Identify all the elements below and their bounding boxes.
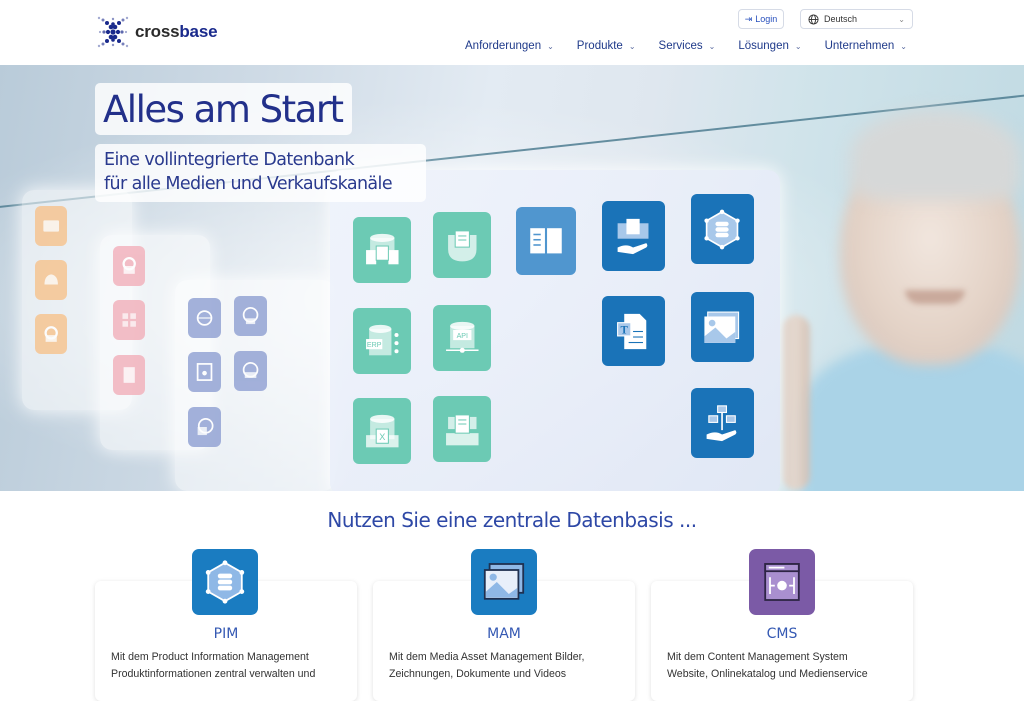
site-header: crossbase ⇥ Login Deutsch ⌄ Anforderunge… — [0, 0, 1024, 65]
nav-item-loesungen[interactable]: Lösungen ⌄ — [738, 40, 801, 52]
erp-icon: ERP — [353, 308, 411, 374]
translation-cloud-icon — [35, 260, 67, 300]
webshop-icon — [234, 351, 267, 391]
hero-banner: ERP API T X Alles am Start Eine vollinte… — [0, 65, 1024, 491]
translation-icon — [35, 206, 67, 246]
login-icon: ⇥ — [744, 13, 753, 24]
chevron-down-icon: ⌄ — [794, 41, 802, 51]
globe-icon — [808, 13, 819, 25]
hero-title: Alles am Start — [95, 83, 352, 135]
excel-import-icon: X — [353, 398, 411, 464]
web-click-icon — [188, 298, 221, 338]
svg-text:ERP: ERP — [367, 341, 382, 349]
hero-subtitle: Eine vollintegrierte Datenbank für alle … — [95, 144, 426, 202]
chevron-down-icon: ⌄ — [898, 14, 905, 24]
chevron-down-icon: ⌄ — [708, 41, 716, 51]
section-title: Nutzen Sie eine zentrale Datenbasis ... — [327, 508, 697, 532]
text-document-icon: T — [602, 296, 665, 366]
catalog-book-icon — [516, 207, 576, 275]
workflow-hand-icon — [691, 388, 754, 458]
document-merge-icon — [113, 355, 145, 395]
web-analytics-icon — [234, 296, 267, 336]
hero-person-image — [800, 95, 1024, 491]
pim-hub-icon — [691, 194, 754, 264]
print-settings-icon — [113, 246, 145, 286]
web-image-icon — [188, 407, 221, 447]
brand-name: crossbase — [135, 22, 218, 41]
table-import-icon — [433, 396, 491, 462]
crossbase-logo[interactable]: crossbase — [95, 13, 218, 51]
chevron-down-icon: ⌄ — [900, 41, 907, 51]
document-distribution-icon — [433, 212, 491, 278]
cms-icon — [188, 352, 221, 392]
api-icon: API — [433, 305, 491, 371]
chevron-down-icon: ⌄ — [628, 41, 636, 51]
login-button[interactable]: ⇥ Login — [738, 9, 784, 29]
chevron-down-icon: ⌄ — [547, 41, 554, 51]
svg-text:X: X — [379, 432, 385, 442]
nav-item-anforderungen[interactable]: Anforderungen ⌄ — [465, 40, 554, 52]
database-import-icon — [353, 217, 411, 283]
svg-text:T: T — [621, 324, 629, 336]
cms-icon[interactable] — [749, 549, 815, 615]
nav-item-services[interactable]: Services ⌄ — [659, 40, 716, 52]
publishing-hand-icon — [602, 201, 665, 271]
pointing-finger-image — [782, 315, 810, 490]
main-navigation: Anforderungen ⌄ Produkte ⌄ Services ⌄ Lösun… — [465, 40, 907, 52]
language-select[interactable]: Deutsch ⌄ — [800, 9, 913, 29]
mam-icon[interactable] — [471, 549, 537, 615]
nav-item-unternehmen[interactable]: Unternehmen ⌄ — [825, 40, 907, 52]
pim-icon[interactable] — [192, 549, 258, 615]
translation-settings-icon — [35, 314, 67, 354]
nav-item-produkte[interactable]: Produkte ⌄ — [577, 40, 636, 52]
office-formats-icon — [113, 300, 145, 340]
svg-text:API: API — [456, 332, 467, 340]
image-gallery-icon — [691, 292, 754, 362]
crossbase-logo-mark-icon — [97, 16, 129, 48]
